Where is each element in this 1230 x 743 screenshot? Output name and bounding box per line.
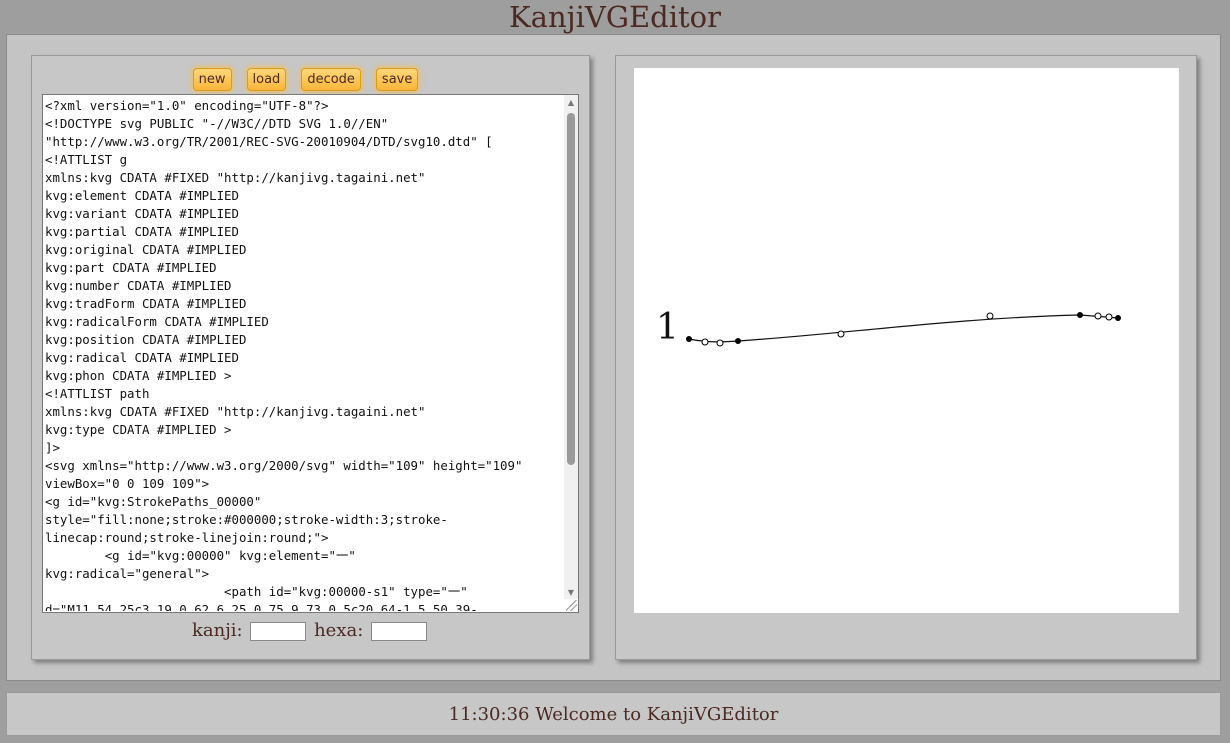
svg-source-text[interactable]: <?xml version="1.0" encoding="UTF-8"?> <… (45, 97, 559, 611)
decode-button[interactable]: decode (301, 68, 361, 91)
hexa-label: hexa: (314, 620, 364, 641)
control-point[interactable] (716, 339, 724, 347)
anchor-point[interactable] (735, 338, 741, 344)
anchor-point[interactable] (1077, 312, 1083, 318)
save-button[interactable]: save (375, 68, 419, 91)
kanji-canvas[interactable]: 1 (634, 68, 1179, 613)
lookup-fields: kanji: hexa: (32, 619, 589, 643)
stroke-number-label: 1 (656, 307, 679, 348)
control-point[interactable] (1105, 313, 1113, 321)
control-point[interactable] (837, 330, 845, 338)
svg-source-textarea[interactable]: <?xml version="1.0" encoding="UTF-8"?> <… (42, 94, 579, 613)
stroke-path[interactable] (688, 314, 1119, 343)
anchor-point[interactable] (1115, 315, 1121, 321)
control-point[interactable] (1094, 312, 1102, 320)
status-message: 11:30:36 Welcome to KanjiVGEditor (448, 704, 779, 725)
control-point[interactable] (701, 338, 709, 346)
app-title: KanjiVGEditor (509, 0, 721, 34)
toolbar: new load decode save (32, 68, 589, 92)
hexa-input[interactable] (371, 621, 428, 641)
source-panel: new load decode save <?xml version="1.0"… (31, 55, 590, 660)
preview-panel: 1 (615, 55, 1197, 660)
resize-grip-icon[interactable] (566, 600, 577, 611)
anchor-point[interactable] (686, 336, 692, 342)
kanji-input[interactable] (250, 621, 307, 641)
kanji-label: kanji: (191, 620, 243, 641)
control-point[interactable] (986, 312, 994, 320)
vertical-scrollbar[interactable]: ▲ ▼ (564, 95, 578, 599)
scroll-thumb[interactable] (567, 113, 575, 465)
kanji-drawing[interactable]: 1 (634, 68, 1179, 613)
scroll-down-arrow-icon[interactable]: ▼ (564, 587, 578, 599)
scroll-up-arrow-icon[interactable]: ▲ (564, 97, 578, 109)
status-bar: 11:30:36 Welcome to KanjiVGEditor (6, 692, 1221, 736)
new-button[interactable]: new (192, 68, 232, 91)
load-button[interactable]: load (246, 68, 287, 91)
